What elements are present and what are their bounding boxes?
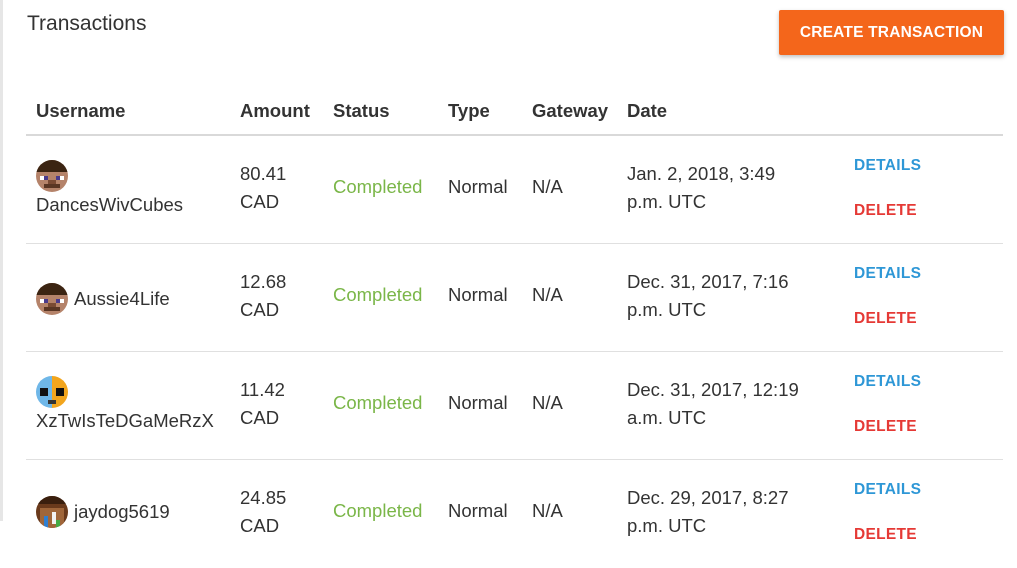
date-line-1: Jan. 2, 2018, 3:49 xyxy=(627,163,776,184)
type-cell: Normal xyxy=(448,500,508,521)
amount-value: 80.41 xyxy=(240,163,287,184)
delete-link[interactable]: DELETE xyxy=(854,418,917,436)
gateway-cell: N/A xyxy=(532,176,563,197)
left-divider xyxy=(0,0,3,521)
date-cell: Jan. 2, 2018, 3:49 p.m. UTC xyxy=(627,160,827,216)
details-link[interactable]: DETAILS xyxy=(854,265,921,283)
column-header-date[interactable]: Date xyxy=(627,100,667,122)
amount-value: 12.68 xyxy=(240,271,287,292)
amount-value: 24.85 xyxy=(240,487,287,508)
column-header-username[interactable]: Username xyxy=(36,100,125,122)
delete-link[interactable]: DELETE xyxy=(854,526,917,544)
username: DancesWivCubes xyxy=(36,194,184,215)
amount-value: 11.42 xyxy=(240,379,285,400)
status-badge: Completed xyxy=(333,284,423,305)
pixel-avatar-icon xyxy=(36,496,68,528)
details-link[interactable]: DETAILS xyxy=(854,157,921,175)
type-cell: Normal xyxy=(448,284,508,305)
date-line-1: Dec. 31, 2017, 7:16 xyxy=(627,271,789,292)
date-cell: Dec. 31, 2017, 7:16 p.m. UTC xyxy=(627,268,827,324)
type-cell: Normal xyxy=(448,176,508,197)
amount-cell: 24.85 CAD xyxy=(240,484,286,540)
date-line-2: p.m. UTC xyxy=(627,191,707,212)
username-cell: DancesWivCubes xyxy=(36,160,183,216)
date-cell: Dec. 31, 2017, 12:19 a.m. UTC xyxy=(627,376,827,432)
gateway-cell: N/A xyxy=(532,500,563,521)
amount-currency: CAD xyxy=(240,299,280,320)
delete-link[interactable]: DELETE xyxy=(854,202,917,220)
status-badge: Completed xyxy=(333,500,423,521)
username-cell: Aussie4Life xyxy=(36,283,170,315)
type-cell: Normal xyxy=(448,392,508,413)
amount-currency: CAD xyxy=(240,191,280,212)
steve-avatar-icon xyxy=(36,283,68,315)
table-header: Username Amount Status Type Gateway Date xyxy=(26,86,1003,136)
page-title: Transactions xyxy=(27,12,147,35)
username: Aussie4Life xyxy=(74,288,170,309)
table-row: XzTwIsTeDGaMeRzX 11.42 CAD Completed Nor… xyxy=(26,352,1003,460)
date-line-2: a.m. UTC xyxy=(627,407,707,428)
username-cell: XzTwIsTeDGaMeRzX xyxy=(36,376,214,432)
delete-link[interactable]: DELETE xyxy=(854,310,917,328)
date-line-1: Dec. 29, 2017, 8:27 xyxy=(627,487,789,508)
date-line-2: p.m. UTC xyxy=(627,299,707,320)
status-badge: Completed xyxy=(333,176,423,197)
details-link[interactable]: DETAILS xyxy=(854,373,921,391)
amount-cell: 12.68 CAD xyxy=(240,268,286,324)
amount-cell: 11.42 CAD xyxy=(240,376,285,432)
date-cell: Dec. 29, 2017, 8:27 p.m. UTC xyxy=(627,484,827,540)
column-header-gateway[interactable]: Gateway xyxy=(532,100,608,122)
amount-currency: CAD xyxy=(240,515,280,536)
table-row: jaydog5619 24.85 CAD Completed Normal N/… xyxy=(26,460,1003,568)
username-cell: jaydog5619 xyxy=(36,496,170,528)
steve-avatar-icon xyxy=(36,160,68,192)
split-face-avatar-icon xyxy=(36,376,68,408)
date-line-2: p.m. UTC xyxy=(627,515,707,536)
column-header-amount[interactable]: Amount xyxy=(240,100,310,122)
details-link[interactable]: DETAILS xyxy=(854,481,921,499)
gateway-cell: N/A xyxy=(532,392,563,413)
username: jaydog5619 xyxy=(74,501,170,522)
username: XzTwIsTeDGaMeRzX xyxy=(36,410,214,431)
create-transaction-button[interactable]: CREATE TRANSACTION xyxy=(779,10,1004,55)
table-row: DancesWivCubes 80.41 CAD Completed Norma… xyxy=(26,136,1003,244)
table-row: Aussie4Life 12.68 CAD Completed Normal N… xyxy=(26,244,1003,352)
amount-currency: CAD xyxy=(240,407,280,428)
amount-cell: 80.41 CAD xyxy=(240,160,286,216)
date-line-1: Dec. 31, 2017, 12:19 xyxy=(627,379,799,400)
column-header-type[interactable]: Type xyxy=(448,100,490,122)
status-badge: Completed xyxy=(333,392,423,413)
column-header-status[interactable]: Status xyxy=(333,100,390,122)
gateway-cell: N/A xyxy=(532,284,563,305)
